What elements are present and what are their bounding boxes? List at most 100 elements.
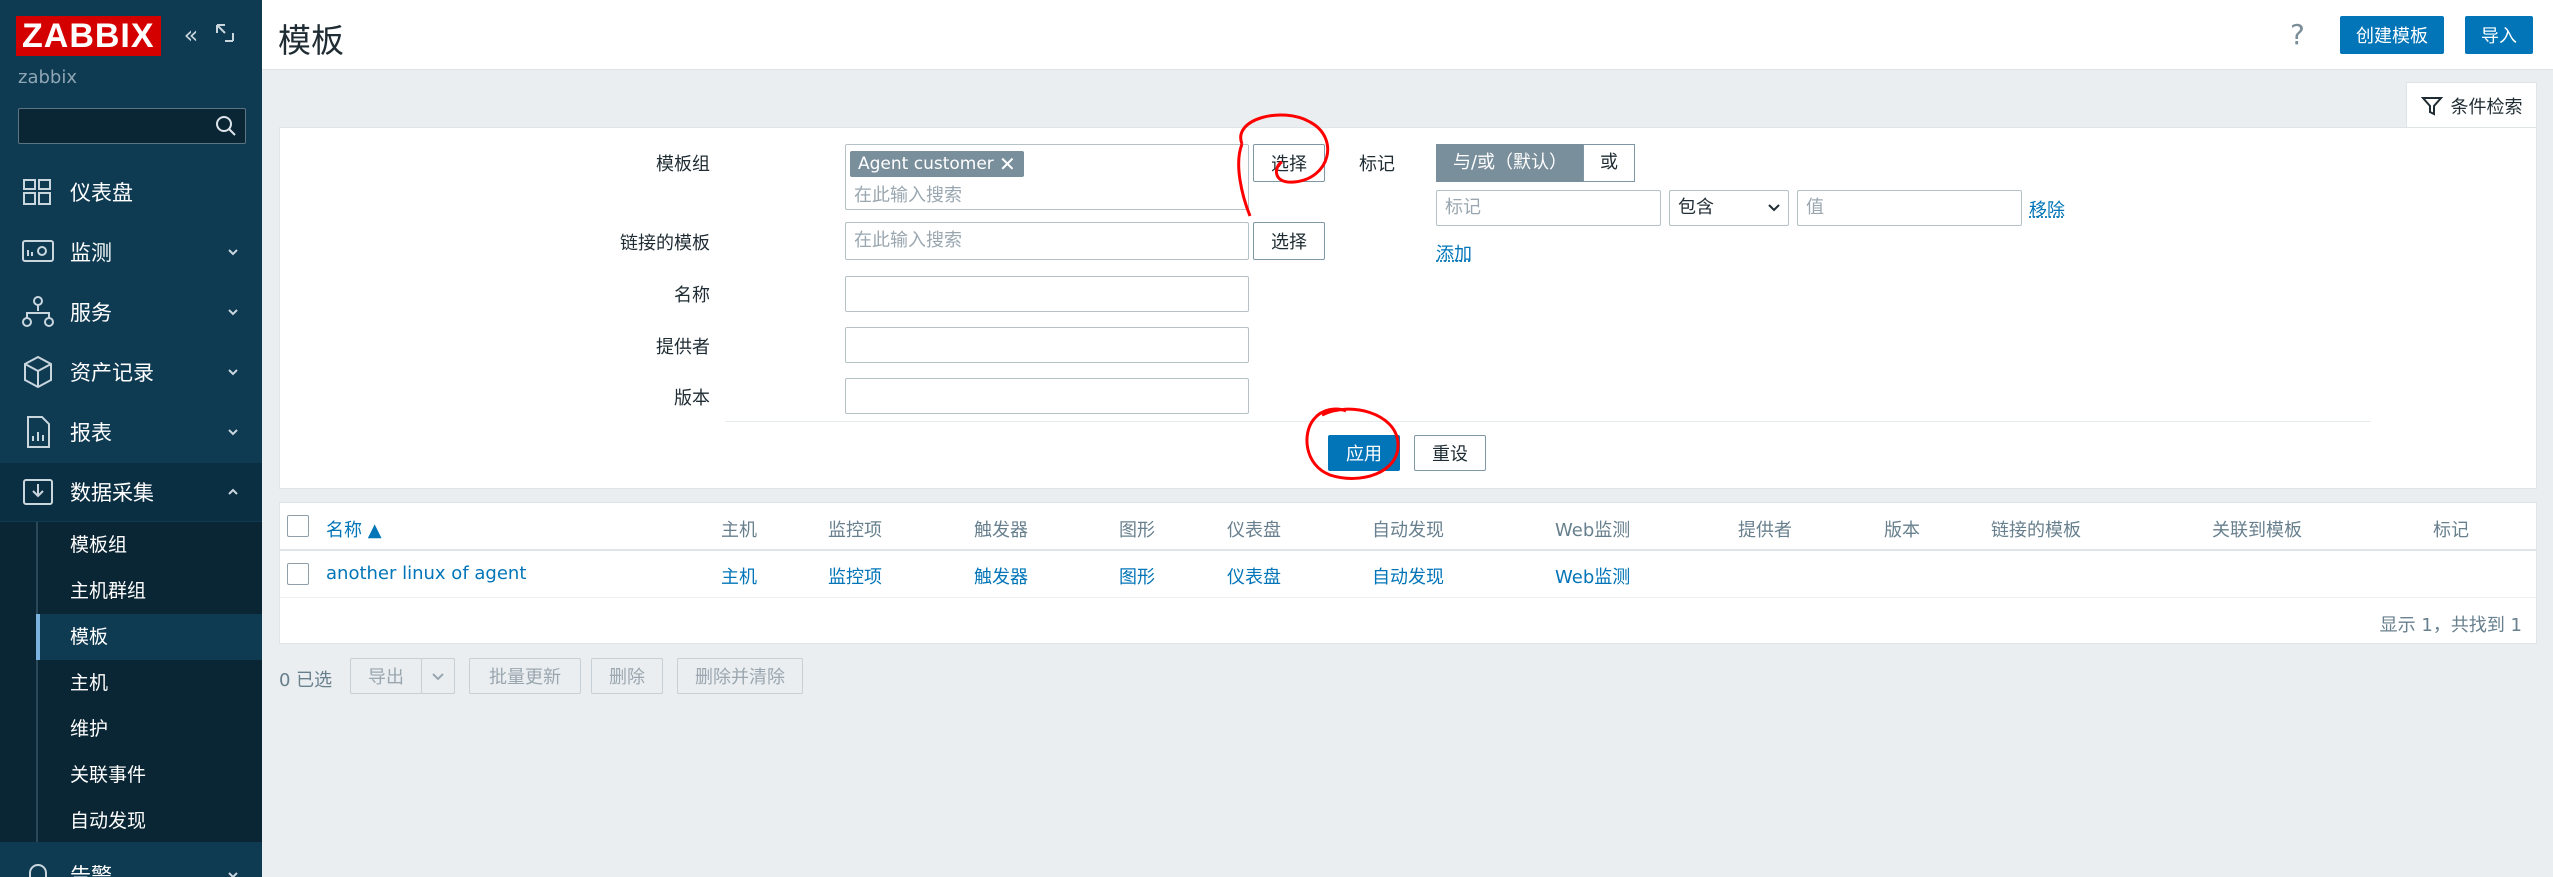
column-discovery: 自动发现 <box>1372 520 1444 541</box>
name-input[interactable] <box>845 276 1249 312</box>
chevron-down-icon <box>228 309 238 316</box>
chevron-down-icon <box>228 249 238 256</box>
filter-tab-label: 条件检索 <box>2450 96 2523 118</box>
menu-label: 报表 <box>70 421 112 445</box>
template-group-multiselect[interactable]: Agent customer ✕ 在此输入搜索 <box>845 144 1249 210</box>
column-tags: 标记 <box>2433 520 2469 541</box>
column-hosts: 主机 <box>721 520 757 541</box>
tag-operator-select[interactable]: 包含 <box>1669 190 1789 226</box>
row-checkbox[interactable] <box>287 563 309 585</box>
reset-button[interactable]: 重设 <box>1414 435 1486 471</box>
name-label: 名称 <box>674 285 710 306</box>
monitoring-icon <box>22 240 54 262</box>
tags-label: 标记 <box>1359 154 1395 175</box>
dashboards-link[interactable]: 仪表盘 <box>1227 563 1281 589</box>
import-button[interactable]: 导入 <box>2465 16 2533 54</box>
menu-label: 告警 <box>70 864 112 877</box>
export-dropdown-button[interactable] <box>421 658 455 694</box>
discovery-link[interactable]: 自动发现 <box>1372 563 1444 589</box>
chevron-down-icon <box>228 429 238 436</box>
add-tag-link[interactable]: 添加 <box>1436 240 1472 266</box>
menu-inventory[interactable]: 资产记录 <box>0 343 262 401</box>
tag-name-input[interactable]: 标记 <box>1436 190 1661 226</box>
menu-services[interactable]: 服务 <box>0 283 262 341</box>
search-icon[interactable] <box>215 115 237 137</box>
column-graphs: 图形 <box>1119 520 1155 541</box>
search-placeholder: 在此输入搜索 <box>854 185 962 206</box>
items-link[interactable]: 监控项 <box>828 563 882 589</box>
delete-and-clear-button[interactable]: 删除并清除 <box>677 658 803 694</box>
submenu-discovery[interactable]: 自动发现 <box>36 798 262 844</box>
submenu-host-groups[interactable]: 主机群组 <box>36 568 262 614</box>
column-dashboards: 仪表盘 <box>1227 520 1281 541</box>
linked-templates-input[interactable]: 在此输入搜索 <box>845 222 1249 260</box>
export-button[interactable]: 导出 <box>350 658 422 694</box>
create-template-button[interactable]: 创建模板 <box>2340 16 2444 54</box>
search-placeholder: 在此输入搜索 <box>854 230 962 251</box>
chevron-down-icon <box>1768 204 1780 212</box>
submenu-hosts[interactable]: 主机 <box>36 660 262 706</box>
column-linked-to-templates: 关联到模板 <box>2212 520 2302 541</box>
vendor-input[interactable] <box>845 327 1249 363</box>
column-version: 版本 <box>1884 520 1920 541</box>
tag-operator-value: 包含 <box>1678 197 1714 218</box>
selected-count: 0 已选 <box>279 670 333 691</box>
row-separator <box>280 597 2536 598</box>
template-group-label: 模板组 <box>656 154 710 175</box>
annotation-circle-select <box>1237 113 1330 217</box>
submenu-templates[interactable]: 模板 <box>36 614 262 660</box>
filter-separator <box>725 421 2371 422</box>
menu-dashboard[interactable]: 仪表盘 <box>0 163 262 221</box>
page-title: 模板 <box>278 21 344 60</box>
linked-templates-select-button[interactable]: 选择 <box>1253 222 1325 260</box>
menu-data-collection[interactable]: 数据采集 <box>0 463 262 521</box>
column-items: 监控项 <box>828 520 882 541</box>
sidebar-search-input[interactable] <box>18 108 246 144</box>
filter-tab[interactable]: 条件检索 <box>2406 82 2537 128</box>
menu-alerts[interactable]: 告警 <box>0 846 262 877</box>
menu-label: 资产记录 <box>70 361 154 385</box>
column-linked-templates: 链接的模板 <box>1991 520 2081 541</box>
menu-reports[interactable]: 报表 <box>0 403 262 461</box>
hosts-link[interactable]: 主机 <box>721 563 757 589</box>
vendor-label: 提供者 <box>656 337 710 358</box>
annotation-circle-apply <box>1305 407 1400 480</box>
web-link[interactable]: Web监测 <box>1555 563 1630 589</box>
filter-icon <box>2420 96 2443 116</box>
chevron-down-icon <box>228 872 238 877</box>
submenu-template-groups[interactable]: 模板组 <box>36 522 262 568</box>
collapse-sidebar-icon[interactable]: « <box>178 22 204 48</box>
table-header: 名称 ▲ 主机 监控项 触发器 图形 仪表盘 自动发现 Web监测 提供者 版本… <box>280 503 2536 551</box>
tag-value-input[interactable]: 值 <box>1797 190 2022 226</box>
chevron-down-icon <box>432 672 444 680</box>
select-all-checkbox[interactable] <box>287 515 309 537</box>
menu-monitoring[interactable]: 监测 <box>0 223 262 281</box>
help-icon[interactable]: ? <box>2290 18 2305 51</box>
sidebar: ZABBIX « zabbix 仪表盘 监测 服务 资产记录 报表 数据采集 模… <box>0 0 262 877</box>
template-name-link[interactable]: another linux of agent <box>326 563 526 584</box>
tags-or-option[interactable]: 或 <box>1583 144 1635 182</box>
chevron-down-icon <box>228 369 238 376</box>
version-input[interactable] <box>845 378 1249 414</box>
menu-label: 仪表盘 <box>70 181 133 205</box>
menu-label: 数据采集 <box>70 481 154 505</box>
zabbix-logo[interactable]: ZABBIX <box>16 16 161 56</box>
column-name[interactable]: 名称 ▲ <box>326 516 382 542</box>
mass-update-button[interactable]: 批量更新 <box>469 658 581 694</box>
tags-and-or-option[interactable]: 与/或（默认） <box>1436 144 1584 182</box>
kiosk-mode-icon[interactable] <box>212 22 238 48</box>
page-header: 模板 ? 创建模板 导入 <box>262 0 2553 70</box>
submenu-event-correlation[interactable]: 关联事件 <box>36 752 262 798</box>
remove-tag-link[interactable]: 移除 <box>2029 196 2065 222</box>
templates-table: 名称 ▲ 主机 监控项 触发器 图形 仪表盘 自动发现 Web监测 提供者 版本… <box>279 502 2537 644</box>
triggers-link[interactable]: 触发器 <box>974 563 1028 589</box>
delete-button[interactable]: 删除 <box>591 658 663 694</box>
server-name: zabbix <box>18 67 77 88</box>
template-group-chip: Agent customer ✕ <box>850 151 1024 177</box>
chip-label: Agent customer <box>858 154 994 174</box>
remove-chip-icon[interactable]: ✕ <box>999 151 1016 177</box>
linked-templates-label: 链接的模板 <box>620 233 710 254</box>
submenu-maintenance[interactable]: 维护 <box>36 706 262 752</box>
graphs-link[interactable]: 图形 <box>1119 563 1155 589</box>
version-label: 版本 <box>674 388 710 409</box>
